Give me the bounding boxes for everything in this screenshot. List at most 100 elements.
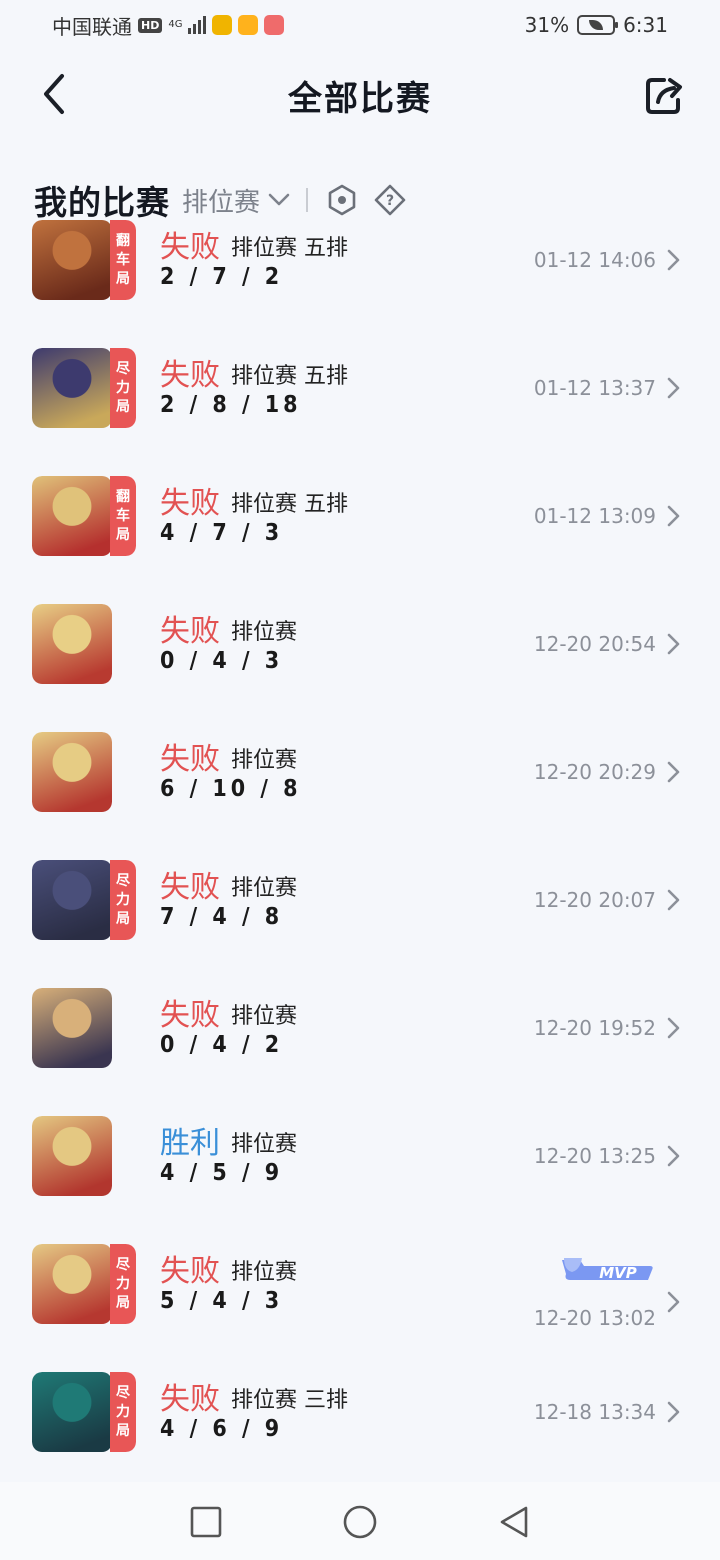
tag-char: 力: [116, 1403, 130, 1420]
tag-char: 翻: [116, 232, 130, 249]
kda-score: 2 / 8 / 18: [160, 392, 302, 418]
hero-avatar: 翻车局: [32, 220, 136, 300]
match-time: 12-18 13:34: [533, 1400, 656, 1424]
chevron-right-icon[interactable]: [666, 248, 682, 272]
status-right: 31% 6:31: [525, 13, 668, 37]
hd-badge: HD: [138, 17, 163, 33]
home-button[interactable]: [342, 1504, 378, 1540]
hero-portrait: [32, 220, 112, 300]
match-result: 失败: [160, 486, 220, 521]
hero-portrait: [32, 1244, 112, 1324]
battery-icon: [577, 15, 619, 35]
section-title: 我的比赛: [34, 183, 170, 222]
match-tag-badge: 尽力局: [110, 1244, 136, 1324]
match-result: 失败: [160, 614, 220, 649]
kda-score: 4 / 7 / 3: [160, 520, 284, 546]
hero-portrait: [32, 732, 112, 812]
chevron-right-icon[interactable]: [666, 376, 682, 400]
match-result: 失败: [160, 230, 220, 265]
match-tag-badge: 尽力局: [110, 348, 136, 428]
match-row[interactable]: 翻车局失败 排位赛 五排 2 / 7 / 2 01-12 14:06: [0, 218, 720, 346]
match-result: 失败: [160, 742, 220, 777]
back-nav-button[interactable]: [496, 1504, 532, 1540]
mode-filter-dropdown[interactable]: 排位赛: [182, 182, 290, 219]
match-row[interactable]: 尽力局失败 排位赛 7 / 4 / 8 12-20 20:07: [0, 858, 720, 986]
match-time: 12-20 20:07: [533, 888, 656, 912]
match-mode: 排位赛: [231, 748, 298, 773]
hero-portrait: [32, 1372, 112, 1452]
match-mode: 排位赛 三排: [231, 1388, 348, 1413]
match-row[interactable]: 尽力局失败 排位赛 5 / 4 / 3 MVP 12-20 13:02: [0, 1242, 720, 1370]
hero-portrait: [32, 988, 112, 1068]
chevron-right-icon[interactable]: [666, 760, 682, 784]
recent-apps-button[interactable]: [188, 1504, 224, 1540]
hero-portrait: [32, 860, 112, 940]
match-row[interactable]: 失败 排位赛 0 / 4 / 2 12-20 19:52: [0, 986, 720, 1114]
match-tag-badge: 翻车局: [110, 220, 136, 300]
section-header: 我的比赛 排位赛 ?: [34, 176, 422, 224]
hero-avatar: [32, 604, 112, 684]
match-time: 12-20 19:52: [533, 1016, 656, 1040]
hexagon-settings-icon[interactable]: [326, 184, 358, 216]
chevron-right-icon[interactable]: [666, 632, 682, 656]
hero-avatar: 尽力局: [32, 1244, 136, 1324]
share-export-icon[interactable]: [642, 72, 686, 116]
match-time: 01-12 13:09: [533, 504, 656, 528]
tag-char: 局: [116, 526, 130, 543]
match-time: 01-12 14:06: [533, 248, 656, 272]
hero-portrait: [32, 1116, 112, 1196]
tag-char: 尽: [116, 1384, 130, 1401]
tag-char: 局: [116, 1294, 130, 1311]
tag-char: 力: [116, 379, 130, 396]
hero-avatar: 翻车局: [32, 476, 136, 556]
match-row[interactable]: 尽力局失败 排位赛 三排 4 / 6 / 9 12-18 13:34: [0, 1370, 720, 1498]
match-row[interactable]: 失败 排位赛 0 / 4 / 3 12-20 20:54: [0, 602, 720, 730]
back-button[interactable]: [36, 72, 76, 116]
network-type: 4G: [168, 19, 183, 30]
match-mode: 排位赛: [231, 876, 298, 901]
match-mode: 排位赛: [231, 620, 298, 645]
chevron-right-icon[interactable]: [666, 1016, 682, 1040]
match-row[interactable]: 胜利 排位赛 4 / 5 / 9 12-20 13:25: [0, 1114, 720, 1242]
carrier-text: 中国联通: [52, 14, 132, 39]
diamond-question-icon[interactable]: ?: [374, 184, 406, 216]
match-row[interactable]: 失败 排位赛 6 / 10 / 8 12-20 20:29: [0, 730, 720, 858]
tag-char: 局: [116, 910, 130, 927]
match-time: 12-20 20:29: [533, 760, 656, 784]
page-title: 全部比赛: [288, 78, 432, 119]
mvp-badge: MVP: [562, 1258, 653, 1282]
status-bar: 中国联通 HD 4G 31% 6:31: [0, 0, 720, 50]
tag-char: 车: [116, 251, 130, 268]
hero-avatar: [32, 1116, 112, 1196]
divider: [306, 188, 309, 212]
hero-avatar: 尽力局: [32, 348, 136, 428]
match-result: 失败: [160, 998, 220, 1033]
tag-char: 尽: [116, 872, 130, 889]
match-tag-badge: 尽力局: [110, 1372, 136, 1452]
match-time: 12-20 13:25: [533, 1144, 656, 1168]
page-header: 全部比赛: [0, 50, 720, 140]
chevron-right-icon[interactable]: [666, 504, 682, 528]
match-row[interactable]: 尽力局失败 排位赛 五排 2 / 8 / 18 01-12 13:37: [0, 346, 720, 474]
chevron-right-icon[interactable]: [666, 1144, 682, 1168]
tag-char: 尽: [116, 360, 130, 377]
kda-score: 4 / 5 / 9: [160, 1160, 284, 1186]
signal-icon: [188, 16, 207, 34]
tag-char: 力: [116, 1275, 130, 1292]
hero-portrait: [32, 476, 112, 556]
kda-score: 7 / 4 / 8: [160, 904, 284, 930]
hero-avatar: [32, 988, 112, 1068]
match-row[interactable]: 翻车局失败 排位赛 五排 4 / 7 / 3 01-12 13:09: [0, 474, 720, 602]
calendar-app-icon: [264, 15, 285, 35]
match-result: 失败: [160, 1254, 220, 1289]
kda-score: 4 / 6 / 9: [160, 1416, 284, 1442]
chevron-right-icon[interactable]: [666, 1400, 682, 1424]
chevron-right-icon[interactable]: [666, 888, 682, 912]
match-mode: 排位赛: [231, 1260, 298, 1285]
tag-char: 局: [116, 1422, 130, 1439]
kda-score: 2 / 7 / 2: [160, 264, 284, 290]
mvp-label: MVP: [599, 1264, 637, 1282]
chevron-right-icon[interactable]: [666, 1290, 682, 1314]
hero-portrait: [32, 348, 112, 428]
match-tag-badge: 翻车局: [110, 476, 136, 556]
